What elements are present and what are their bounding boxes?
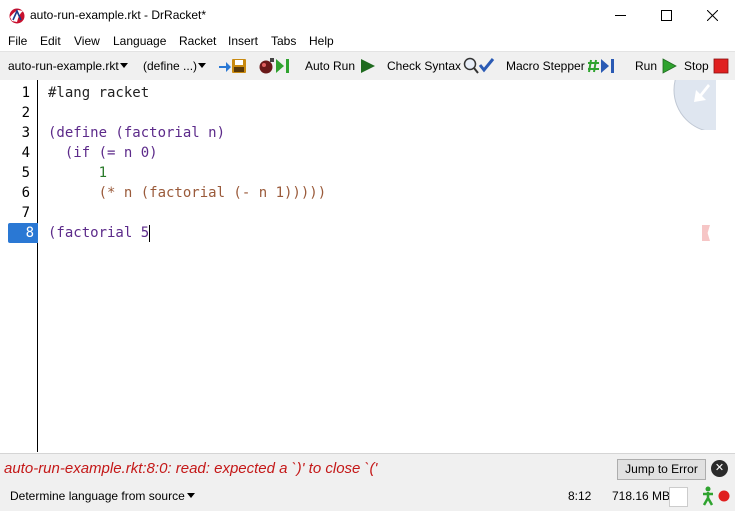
stop-label: Stop [684,59,709,73]
stop-button[interactable]: Stop [684,52,729,80]
menu-view[interactable]: View [74,34,100,48]
menu-bar: File Edit View Language Racket Insert Ta… [0,31,735,51]
chevron-down-icon [186,493,195,498]
menu-racket[interactable]: Racket [179,34,216,48]
error-marker [702,225,710,241]
language-selector[interactable]: Determine language from source [10,489,195,503]
code-line: 1 [48,165,108,181]
code-line: (factorial 5 [48,223,151,243]
run-icon [662,58,677,74]
close-error-icon[interactable]: ✕ [711,460,728,477]
define-dropdown[interactable]: (define ...) [143,52,207,80]
play-icon [361,59,376,73]
menu-help[interactable]: Help [309,34,334,48]
check-syntax-button[interactable]: Check Syntax [387,52,499,80]
running-figure-icon [702,486,714,506]
check-syntax-label: Check Syntax [387,59,462,73]
drracket-logo-icon [9,8,25,24]
menu-file[interactable]: File [8,34,27,48]
status-bar: Determine language from source 8:12 718.… [0,482,735,511]
line-number: 4 [21,145,30,161]
line-number: 5 [21,165,30,181]
toolbar: auto-run-example.rkt (define ...) Auto R… [0,51,735,80]
active-line-number: 8 [8,223,38,243]
vertical-scrollbar[interactable] [717,80,735,452]
error-message: auto-run-example.rkt:8:0: read: expected… [4,460,378,477]
macro-stepper-label: Macro Stepper [506,59,585,73]
run-button[interactable]: Run [635,52,677,80]
menu-insert[interactable]: Insert [228,34,258,48]
macro-stepper-icon [587,59,614,73]
file-dropdown-label: auto-run-example.rkt [8,59,119,73]
corner-arrow-icon [673,80,716,130]
code-line: (* n (factorial (- n 1))))) [48,185,327,201]
close-icon [706,10,718,21]
code-line: (if (= n 0) [48,145,158,161]
line-number: 6 [21,185,30,201]
chevron-down-icon [198,63,207,68]
text-caret [149,224,151,242]
error-bar: auto-run-example.rkt:8:0: read: expected… [0,453,735,483]
line-number: 1 [21,85,30,101]
maximize-button[interactable] [643,0,689,31]
status-light-icon [718,490,730,502]
run-label: Run [635,59,658,73]
menu-edit[interactable]: Edit [40,34,61,48]
window-title: auto-run-example.rkt - DrRacket* [30,8,207,22]
macro-stepper-button[interactable]: Macro Stepper [506,52,624,80]
define-dropdown-label: (define ...) [143,59,198,73]
cursor-position: 8:12 [568,489,592,503]
maximize-icon [660,10,672,21]
definitions-editor[interactable]: 1 2 3 4 5 6 7 8 #lang racket (define (fa… [0,80,735,452]
auto-run-label: Auto Run [305,59,356,73]
line-number: 3 [21,125,30,141]
close-window-button[interactable] [689,0,735,31]
save-icon [219,59,246,73]
title-bar: auto-run-example.rkt - DrRacket* [0,0,735,31]
debug-button[interactable] [258,52,294,80]
debug-icon [259,58,289,74]
menu-language[interactable]: Language [113,34,166,48]
memory-usage: 718.16 MB [612,489,671,503]
line-number-gutter: 1 2 3 4 5 6 7 8 [0,80,38,452]
code-line: (define (factorial n) [48,125,226,141]
minimize-button[interactable] [597,0,643,31]
code-line-text: (factorial 5 [48,225,150,241]
minimize-icon [614,15,626,16]
line-number: 7 [21,205,30,221]
file-dropdown[interactable]: auto-run-example.rkt [8,52,128,80]
magnifier-check-icon [463,57,495,74]
stop-icon [713,58,729,74]
jump-to-error-button[interactable]: Jump to Error [617,459,706,480]
auto-run-button[interactable]: Auto Run [305,52,377,80]
menu-tabs[interactable]: Tabs [271,34,296,48]
gc-indicator [669,487,688,507]
language-label: Determine language from source [10,489,185,503]
chevron-down-icon [119,63,128,68]
code-line: #lang racket [48,85,150,101]
line-number: 2 [21,105,30,121]
save-button[interactable] [218,52,248,80]
